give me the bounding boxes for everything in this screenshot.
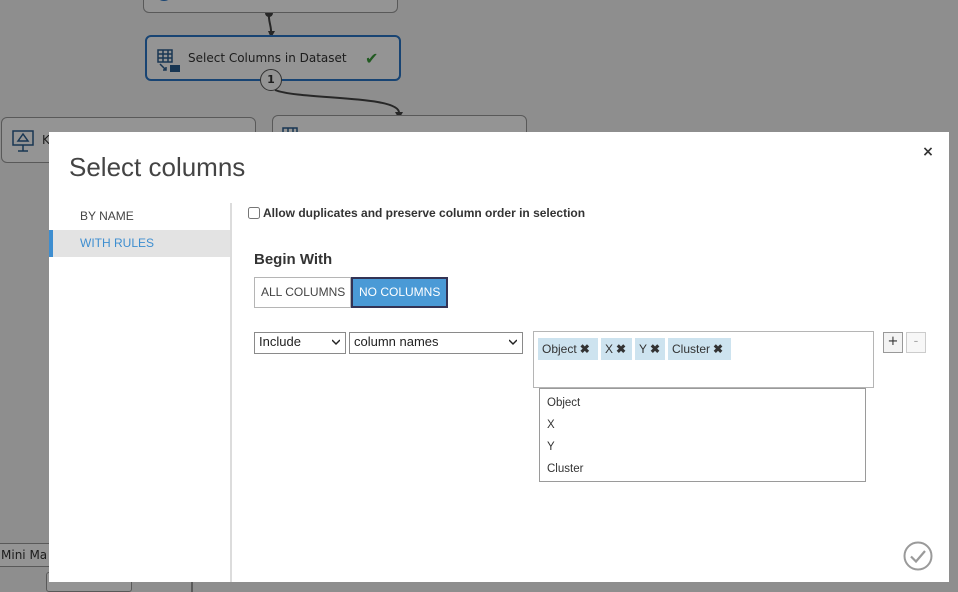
chevron-down-icon [509, 339, 517, 346]
allow-duplicates-label: Allow duplicates and preserve column ord… [263, 206, 586, 220]
list-item[interactable]: Y [540, 436, 865, 458]
chevron-down-icon [332, 339, 340, 346]
list-item[interactable]: Cluster [540, 458, 865, 480]
rule-mode-select[interactable]: Include [254, 332, 346, 354]
add-rule-button[interactable]: + [883, 332, 903, 353]
column-tag: X ✖ [601, 338, 632, 360]
column-tag-label: X [605, 342, 614, 356]
remove-tag-icon[interactable]: ✖ [580, 342, 590, 356]
list-item[interactable]: X [540, 414, 865, 436]
remove-tag-icon[interactable]: ✖ [650, 342, 660, 356]
select-columns-dialog: Select columns × BY NAME WITH RULES Allo… [49, 132, 949, 582]
list-item[interactable]: Object [540, 392, 865, 414]
confirm-check-icon[interactable] [903, 541, 933, 571]
selection-mode-nav: BY NAME WITH RULES [49, 203, 232, 582]
all-columns-button[interactable]: ALL COLUMNS [254, 277, 351, 308]
rule-mode-value: Include [259, 334, 301, 349]
column-tag-label: Y [639, 342, 648, 356]
nav-item-with-rules[interactable]: WITH RULES [49, 230, 230, 257]
column-tag: Object ✖ [538, 338, 598, 360]
column-tag: Cluster ✖ [668, 338, 731, 360]
column-tag-input[interactable]: Object ✖ X ✖ Y ✖ Cluster ✖ [533, 331, 874, 388]
rule-type-value: column names [354, 334, 439, 349]
remove-rule-button[interactable]: - [906, 332, 926, 353]
remove-tag-icon[interactable]: ✖ [713, 342, 723, 356]
allow-duplicates-row[interactable]: Allow duplicates and preserve column ord… [248, 206, 585, 220]
begin-with-toggle: ALL COLUMNS NO COLUMNS [254, 277, 448, 308]
allow-duplicates-checkbox[interactable] [248, 207, 260, 219]
column-tag: Y ✖ [635, 338, 665, 360]
rules-panel: Allow duplicates and preserve column ord… [232, 132, 949, 582]
column-suggestions-list: Object X Y Cluster [539, 388, 866, 482]
nav-item-by-name[interactable]: BY NAME [49, 203, 230, 230]
column-tag-label: Cluster [672, 342, 711, 356]
rule-type-select[interactable]: column names [349, 332, 523, 354]
remove-tag-icon[interactable]: ✖ [616, 342, 626, 356]
dialog-title: Select columns [69, 152, 246, 182]
no-columns-button[interactable]: NO COLUMNS [351, 277, 448, 308]
begin-with-label: Begin With [254, 251, 333, 268]
column-tag-label: Object [542, 342, 577, 356]
